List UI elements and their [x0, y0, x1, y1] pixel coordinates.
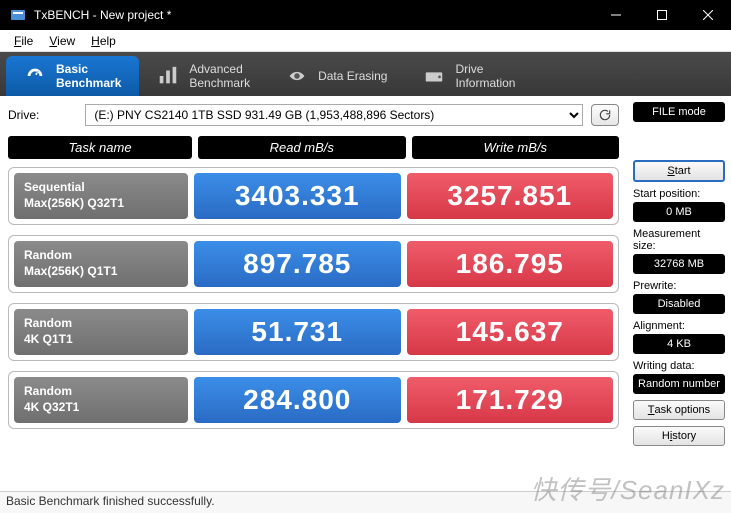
write-value: 171.729 — [407, 377, 614, 423]
writing-data-value[interactable]: Random number — [633, 374, 725, 394]
prewrite-value[interactable]: Disabled — [633, 294, 725, 314]
alignment-label: Alignment: — [633, 320, 725, 332]
write-value: 186.795 — [407, 241, 614, 287]
tab-label: DriveInformation — [455, 62, 515, 91]
bars-icon — [157, 65, 179, 87]
task-options-button[interactable]: Task options — [633, 400, 725, 420]
refresh-button[interactable] — [591, 104, 619, 126]
sidebar: FILE mode Start Start position: 0 MB Mea… — [627, 96, 731, 491]
read-value: 3403.331 — [194, 173, 401, 219]
write-value: 3257.851 — [407, 173, 614, 219]
menubar: File View Help — [0, 30, 731, 52]
bench-row: Random4K Q32T1 284.800 171.729 — [8, 371, 619, 429]
menu-file[interactable]: File — [6, 32, 41, 50]
task-cell: RandomMax(256K) Q1T1 — [14, 241, 188, 287]
tab-drive-information[interactable]: DriveInformation — [405, 56, 533, 96]
close-button[interactable] — [685, 0, 731, 30]
bench-row: Random4K Q1T1 51.731 145.637 — [8, 303, 619, 361]
alignment-value[interactable]: 4 KB — [633, 334, 725, 354]
minimize-button[interactable] — [593, 0, 639, 30]
tab-basic-benchmark[interactable]: BasicBenchmark — [6, 56, 139, 96]
window-title: TxBENCH - New project * — [34, 8, 593, 22]
tab-label: BasicBenchmark — [56, 62, 121, 91]
task-cell: Random4K Q32T1 — [14, 377, 188, 423]
maximize-button[interactable] — [639, 0, 685, 30]
start-position-value[interactable]: 0 MB — [633, 202, 725, 222]
tabbar: BasicBenchmark AdvancedBenchmark Data Er… — [0, 52, 731, 96]
measurement-size-value[interactable]: 32768 MB — [633, 254, 725, 274]
file-mode-button[interactable]: FILE mode — [633, 102, 725, 122]
main-panel: Drive: (E:) PNY CS2140 1TB SSD 931.49 GB… — [0, 96, 627, 491]
measurement-size-label: Measurement size: — [633, 228, 725, 252]
drive-icon — [423, 65, 445, 87]
read-value: 51.731 — [194, 309, 401, 355]
read-value: 897.785 — [194, 241, 401, 287]
header-write: Write mB/s — [412, 136, 620, 159]
header-task: Task name — [8, 136, 192, 159]
task-cell: Random4K Q1T1 — [14, 309, 188, 355]
menu-view[interactable]: View — [41, 32, 83, 50]
tab-label: AdvancedBenchmark — [189, 62, 250, 91]
start-position-label: Start position: — [633, 188, 725, 200]
header-read: Read mB/s — [198, 136, 406, 159]
app-icon — [10, 7, 26, 23]
read-value: 284.800 — [194, 377, 401, 423]
gauge-icon — [24, 65, 46, 87]
bench-row: RandomMax(256K) Q1T1 897.785 186.795 — [8, 235, 619, 293]
tab-label: Data Erasing — [318, 69, 387, 83]
bench-row: SequentialMax(256K) Q32T1 3403.331 3257.… — [8, 167, 619, 225]
history-button[interactable]: History — [633, 426, 725, 446]
drive-select[interactable]: (E:) PNY CS2140 1TB SSD 931.49 GB (1,953… — [85, 104, 583, 126]
erase-icon — [286, 65, 308, 87]
refresh-icon — [598, 108, 612, 122]
drive-label: Drive: — [8, 108, 39, 122]
start-button[interactable]: Start — [633, 160, 725, 182]
statusbar: Basic Benchmark finished successfully. — [0, 491, 731, 513]
write-value: 145.637 — [407, 309, 614, 355]
task-cell: SequentialMax(256K) Q32T1 — [14, 173, 188, 219]
tab-advanced-benchmark[interactable]: AdvancedBenchmark — [139, 56, 268, 96]
titlebar: TxBENCH - New project * — [0, 0, 731, 30]
menu-help[interactable]: Help — [83, 32, 124, 50]
prewrite-label: Prewrite: — [633, 280, 725, 292]
tab-data-erasing[interactable]: Data Erasing — [268, 56, 405, 96]
writing-data-label: Writing data: — [633, 360, 725, 372]
